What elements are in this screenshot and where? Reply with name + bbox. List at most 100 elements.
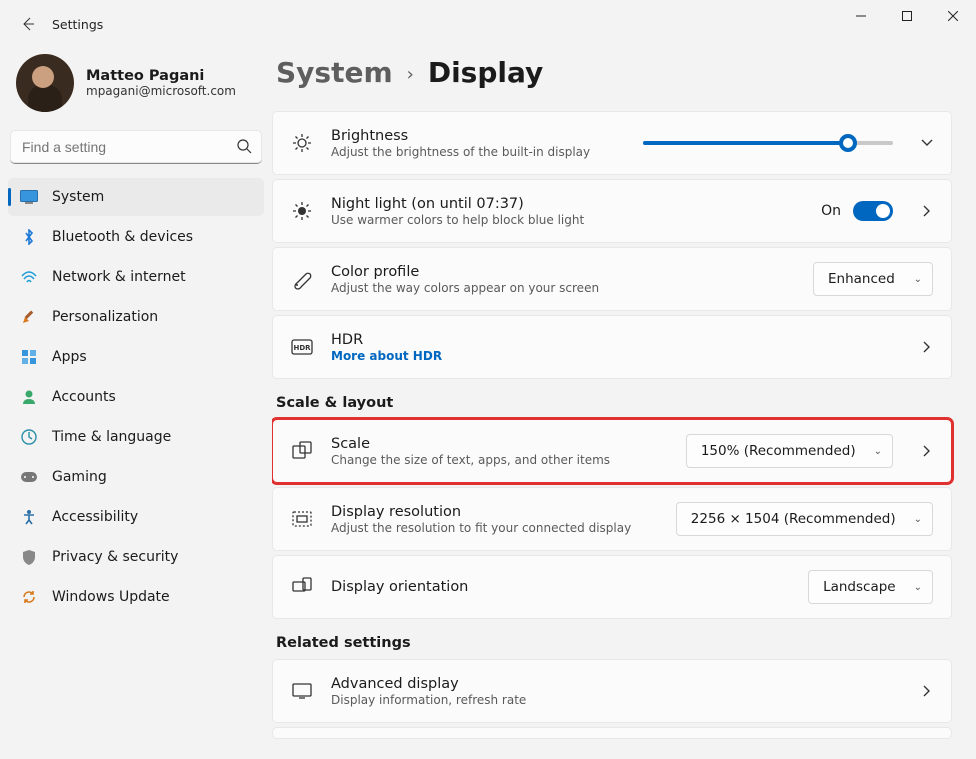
nav-item-network[interactable]: Network & internet <box>8 258 264 296</box>
time-language-icon <box>20 428 38 446</box>
nav-label: Privacy & security <box>52 549 178 565</box>
accessibility-icon <box>20 508 38 526</box>
brightness-slider[interactable] <box>643 141 893 145</box>
card-title: Color profile <box>331 264 795 280</box>
back-button[interactable] <box>14 10 42 38</box>
chevron-right-icon[interactable] <box>911 685 933 697</box>
nightlight-toggle[interactable] <box>853 201 893 221</box>
nav-label: Accounts <box>52 389 116 405</box>
card-title: Brightness <box>331 128 625 144</box>
orientation-icon <box>291 576 313 598</box>
chevron-down-icon: ⌄ <box>914 582 922 593</box>
maximize-button[interactable] <box>884 0 930 32</box>
apps-icon <box>20 348 38 366</box>
chevron-down-icon[interactable] <box>911 137 933 149</box>
card-title: HDR <box>331 332 893 348</box>
accounts-icon <box>20 388 38 406</box>
card-subtitle: Adjust the brightness of the built-in di… <box>331 145 625 159</box>
nav-list: System Bluetooth & devices Network & int… <box>8 178 264 616</box>
nav-label: System <box>52 189 104 205</box>
night-light-icon <box>291 200 313 222</box>
card-title: Display orientation <box>331 579 790 595</box>
nav-item-privacy[interactable]: Privacy & security <box>8 538 264 576</box>
network-icon <box>20 268 38 286</box>
chevron-right-icon[interactable] <box>911 205 933 217</box>
card-brightness[interactable]: Brightness Adjust the brightness of the … <box>272 111 952 175</box>
color-profile-icon <box>291 268 313 290</box>
nav-label: Personalization <box>52 309 158 325</box>
profile-name: Matteo Pagani <box>86 68 236 84</box>
dropdown-value: 2256 × 1504 (Recommended) <box>691 511 896 527</box>
nav-item-gaming[interactable]: Gaming <box>8 458 264 496</box>
nav-item-update[interactable]: Windows Update <box>8 578 264 616</box>
nav-item-apps[interactable]: Apps <box>8 338 264 376</box>
card-subtitle: Adjust the resolution to fit your connec… <box>331 521 658 535</box>
nav-item-personalization[interactable]: Personalization <box>8 298 264 336</box>
card-title: Night light (on until 07:37) <box>331 196 803 212</box>
nav-label: Network & internet <box>52 269 186 285</box>
toggle-state-label: On <box>821 203 841 219</box>
breadcrumb: System › Display <box>272 48 952 111</box>
close-button[interactable] <box>930 0 976 32</box>
card-advanced-display[interactable]: Advanced display Display information, re… <box>272 659 952 723</box>
avatar <box>16 54 74 112</box>
dropdown-value: Enhanced <box>828 271 895 287</box>
section-scale-layout: Scale & layout <box>276 395 952 411</box>
card-subtitle: Adjust the way colors appear on your scr… <box>331 281 795 295</box>
dropdown-value: 150% (Recommended) <box>701 443 856 459</box>
chevron-down-icon: ⌄ <box>914 274 922 285</box>
scale-dropdown[interactable]: 150% (Recommended) ⌄ <box>686 434 893 468</box>
nav-label: Time & language <box>52 429 171 445</box>
window-controls <box>838 0 976 32</box>
search-icon <box>236 138 252 154</box>
nav-item-accounts[interactable]: Accounts <box>8 378 264 416</box>
dropdown-value: Landscape <box>823 579 896 595</box>
hdr-link[interactable]: More about HDR <box>331 349 893 363</box>
colorprofile-dropdown[interactable]: Enhanced ⌄ <box>813 262 933 296</box>
brightness-icon <box>291 132 313 154</box>
card-title: Display resolution <box>331 504 658 520</box>
nav-item-accessibility[interactable]: Accessibility <box>8 498 264 536</box>
update-icon <box>20 588 38 606</box>
chevron-right-icon: › <box>407 60 414 85</box>
card-resolution[interactable]: Display resolution Adjust the resolution… <box>272 487 952 551</box>
profile-block[interactable]: Matteo Pagani mpagani@microsoft.com <box>8 48 264 130</box>
svg-text:HDR: HDR <box>293 344 311 352</box>
profile-email: mpagani@microsoft.com <box>86 84 236 98</box>
card-subtitle: Use warmer colors to help block blue lig… <box>331 213 803 227</box>
breadcrumb-level1[interactable]: System <box>276 56 393 89</box>
resolution-dropdown[interactable]: 2256 × 1504 (Recommended) ⌄ <box>676 502 933 536</box>
orientation-dropdown[interactable]: Landscape ⌄ <box>808 570 933 604</box>
section-related: Related settings <box>276 635 952 651</box>
chevron-right-icon[interactable] <box>911 445 933 457</box>
nav-label: Accessibility <box>52 509 138 525</box>
card-orientation[interactable]: Display orientation Landscape ⌄ <box>272 555 952 619</box>
nav-label: Gaming <box>52 469 107 485</box>
gaming-icon <box>20 468 38 486</box>
search-box[interactable] <box>10 130 262 164</box>
card-hdr[interactable]: HDR HDR More about HDR <box>272 315 952 379</box>
card-colorprofile[interactable]: Color profile Adjust the way colors appe… <box>272 247 952 311</box>
search-input[interactable] <box>10 130 262 164</box>
nav-label: Windows Update <box>52 589 170 605</box>
minimize-button[interactable] <box>838 0 884 32</box>
card-nightlight[interactable]: Night light (on until 07:37) Use warmer … <box>272 179 952 243</box>
system-icon <box>20 188 38 206</box>
sidebar: Matteo Pagani mpagani@microsoft.com Syst… <box>0 48 272 759</box>
nav-item-bluetooth[interactable]: Bluetooth & devices <box>8 218 264 256</box>
bluetooth-icon <box>20 228 38 246</box>
card-subtitle: Change the size of text, apps, and other… <box>331 453 668 467</box>
card-title: Advanced display <box>331 676 893 692</box>
chevron-right-icon[interactable] <box>911 341 933 353</box>
card-scale[interactable]: Scale Change the size of text, apps, and… <box>272 419 952 483</box>
resolution-icon <box>291 508 313 530</box>
privacy-icon <box>20 548 38 566</box>
card-partial <box>272 727 952 739</box>
nav-item-system[interactable]: System <box>8 178 264 216</box>
scale-icon <box>291 440 313 462</box>
personalization-icon <box>20 308 38 326</box>
nav-label: Apps <box>52 349 87 365</box>
nav-item-time[interactable]: Time & language <box>8 418 264 456</box>
breadcrumb-level2: Display <box>428 56 543 89</box>
main-panel: System › Display Brightness Adjust the b… <box>272 48 976 759</box>
